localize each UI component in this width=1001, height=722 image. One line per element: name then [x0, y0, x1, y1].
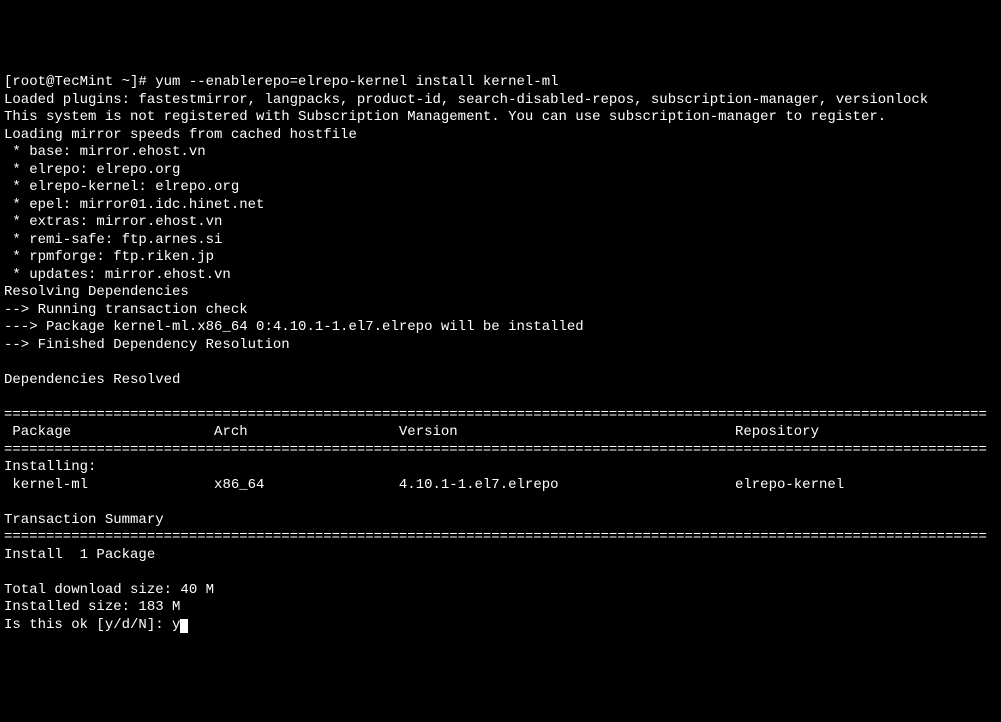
deps-resolved-header: Dependencies Resolved: [4, 372, 180, 388]
separator-line: ========================================…: [4, 529, 987, 545]
prompt-user-host: [root@TecMint ~]#: [4, 74, 147, 90]
loading-mirrors-line: Loading mirror speeds from cached hostfi…: [4, 127, 357, 143]
installing-label: Installing:: [4, 459, 96, 475]
command-text: yum --enablerepo=elrepo-kernel install k…: [155, 74, 558, 90]
col-header-arch: Arch: [214, 424, 248, 440]
plugins-line: Loaded plugins: fastestmirror, langpacks…: [4, 92, 928, 108]
separator-line: ========================================…: [4, 407, 987, 423]
subscription-line: This system is not registered with Subsc…: [4, 109, 886, 125]
col-header-version: Version: [399, 424, 458, 440]
download-size: Total download size: 40 M: [4, 582, 214, 598]
mirror-line: * base: mirror.ehost.vn: [4, 144, 206, 160]
install-count: Install 1 Package: [4, 547, 155, 563]
mirror-line: * updates: mirror.ehost.vn: [4, 267, 231, 283]
pkg-arch: x86_64: [214, 477, 264, 493]
mirror-line: * epel: mirror01.idc.hinet.net: [4, 197, 264, 213]
pkg-version: 4.10.1-1.el7.elrepo: [399, 477, 559, 493]
mirror-line: * extras: mirror.ehost.vn: [4, 214, 222, 230]
package-install-line: ---> Package kernel-ml.x86_64 0:4.10.1-1…: [4, 319, 584, 335]
pkg-repo: elrepo-kernel: [735, 477, 844, 493]
terminal-output[interactable]: [root@TecMint ~]# yum --enablerepo=elrep…: [4, 74, 997, 634]
pkg-name: kernel-ml: [4, 477, 88, 493]
col-header-repository: Repository: [735, 424, 819, 440]
transaction-summary: Transaction Summary: [4, 512, 164, 528]
installed-size: Installed size: 183 M: [4, 599, 180, 615]
mirror-line: * elrepo-kernel: elrepo.org: [4, 179, 239, 195]
mirror-line: * rpmforge: ftp.riken.jp: [4, 249, 214, 265]
cursor-icon: [180, 619, 188, 633]
mirror-line: * remi-safe: ftp.arnes.si: [4, 232, 222, 248]
resolving-deps: Resolving Dependencies: [4, 284, 189, 300]
separator-line: ========================================…: [4, 442, 987, 458]
mirror-line: * elrepo: elrepo.org: [4, 162, 180, 178]
col-header-package: Package: [4, 424, 71, 440]
finished-resolution: --> Finished Dependency Resolution: [4, 337, 290, 353]
transaction-check: --> Running transaction check: [4, 302, 248, 318]
